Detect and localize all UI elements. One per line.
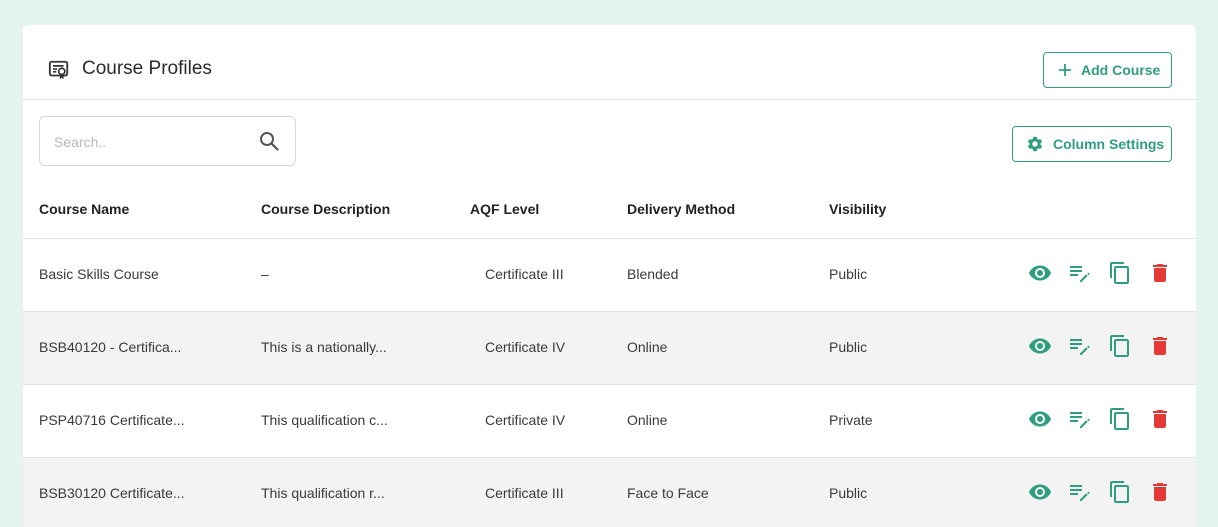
edit-icon[interactable] xyxy=(1068,407,1092,431)
column-settings-button[interactable]: Column Settings xyxy=(1012,126,1172,162)
column-header-visibility[interactable]: Visibility xyxy=(829,201,886,217)
cell-course-name: Basic Skills Course xyxy=(39,266,159,282)
page-title: Course Profiles xyxy=(82,58,212,79)
table-header: Course Name Course Description AQF Level… xyxy=(23,183,1196,239)
column-header-course-name[interactable]: Course Name xyxy=(39,201,129,217)
cell-course-description: – xyxy=(261,266,269,282)
cell-course-description: This qualification c... xyxy=(261,412,388,428)
delete-icon[interactable] xyxy=(1148,480,1172,504)
search-box[interactable] xyxy=(39,116,296,166)
cell-course-description: This qualification r... xyxy=(261,485,385,501)
cell-aqf-level: Certificate III xyxy=(485,485,564,501)
cell-visibility: Public xyxy=(829,339,868,355)
delete-icon[interactable] xyxy=(1148,407,1172,431)
card-header: Course Profiles Add Course xyxy=(23,25,1196,100)
table-row: BSB30120 Certificate... This qualificati… xyxy=(23,458,1196,527)
copy-icon[interactable] xyxy=(1108,261,1132,285)
column-header-delivery-method[interactable]: Delivery Method xyxy=(627,201,735,217)
copy-icon[interactable] xyxy=(1108,480,1132,504)
cell-course-name: PSP40716 Certificate... xyxy=(39,412,185,428)
table-row: PSP40716 Certificate... This qualificati… xyxy=(23,385,1196,458)
cell-visibility: Public xyxy=(829,266,868,282)
gear-icon xyxy=(1027,136,1043,152)
add-course-button[interactable]: Add Course xyxy=(1043,52,1172,88)
cell-aqf-level: Certificate III xyxy=(485,266,564,282)
column-header-aqf-level[interactable]: AQF Level xyxy=(470,201,539,217)
edit-icon[interactable] xyxy=(1068,261,1092,285)
delete-icon[interactable] xyxy=(1148,334,1172,358)
cell-delivery-method: Online xyxy=(627,339,668,355)
certificate-icon xyxy=(48,60,69,80)
plus-icon xyxy=(1059,64,1071,76)
cell-course-description: This is a nationally... xyxy=(261,339,387,355)
column-settings-label: Column Settings xyxy=(1053,136,1165,152)
edit-icon[interactable] xyxy=(1068,334,1092,358)
edit-icon[interactable] xyxy=(1068,480,1092,504)
delete-icon[interactable] xyxy=(1148,261,1172,285)
cell-course-name: BSB40120 - Certifica... xyxy=(39,339,182,355)
cell-delivery-method: Blended xyxy=(627,266,679,282)
cell-delivery-method: Face to Face xyxy=(627,485,709,501)
eye-icon[interactable] xyxy=(1028,480,1052,504)
cell-visibility: Public xyxy=(829,485,868,501)
cell-aqf-level: Certificate IV xyxy=(485,339,566,355)
eye-icon[interactable] xyxy=(1028,261,1052,285)
copy-icon[interactable] xyxy=(1108,407,1132,431)
course-profiles-card: Course Profiles Add Course Column Settin… xyxy=(23,25,1196,527)
eye-icon[interactable] xyxy=(1028,334,1052,358)
table-row: BSB40120 - Certifica... This is a nation… xyxy=(23,312,1196,385)
cell-visibility: Private xyxy=(829,412,873,428)
eye-icon[interactable] xyxy=(1028,407,1052,431)
add-course-label: Add Course xyxy=(1081,62,1161,78)
search-icon[interactable] xyxy=(259,131,279,151)
copy-icon[interactable] xyxy=(1108,334,1132,358)
search-input[interactable] xyxy=(52,131,246,153)
column-header-course-description[interactable]: Course Description xyxy=(261,201,390,217)
table-row: Basic Skills Course – Certificate III Bl… xyxy=(23,239,1196,312)
cell-aqf-level: Certificate IV xyxy=(485,412,566,428)
cell-course-name: BSB30120 Certificate... xyxy=(39,485,185,501)
cell-delivery-method: Online xyxy=(627,412,668,428)
